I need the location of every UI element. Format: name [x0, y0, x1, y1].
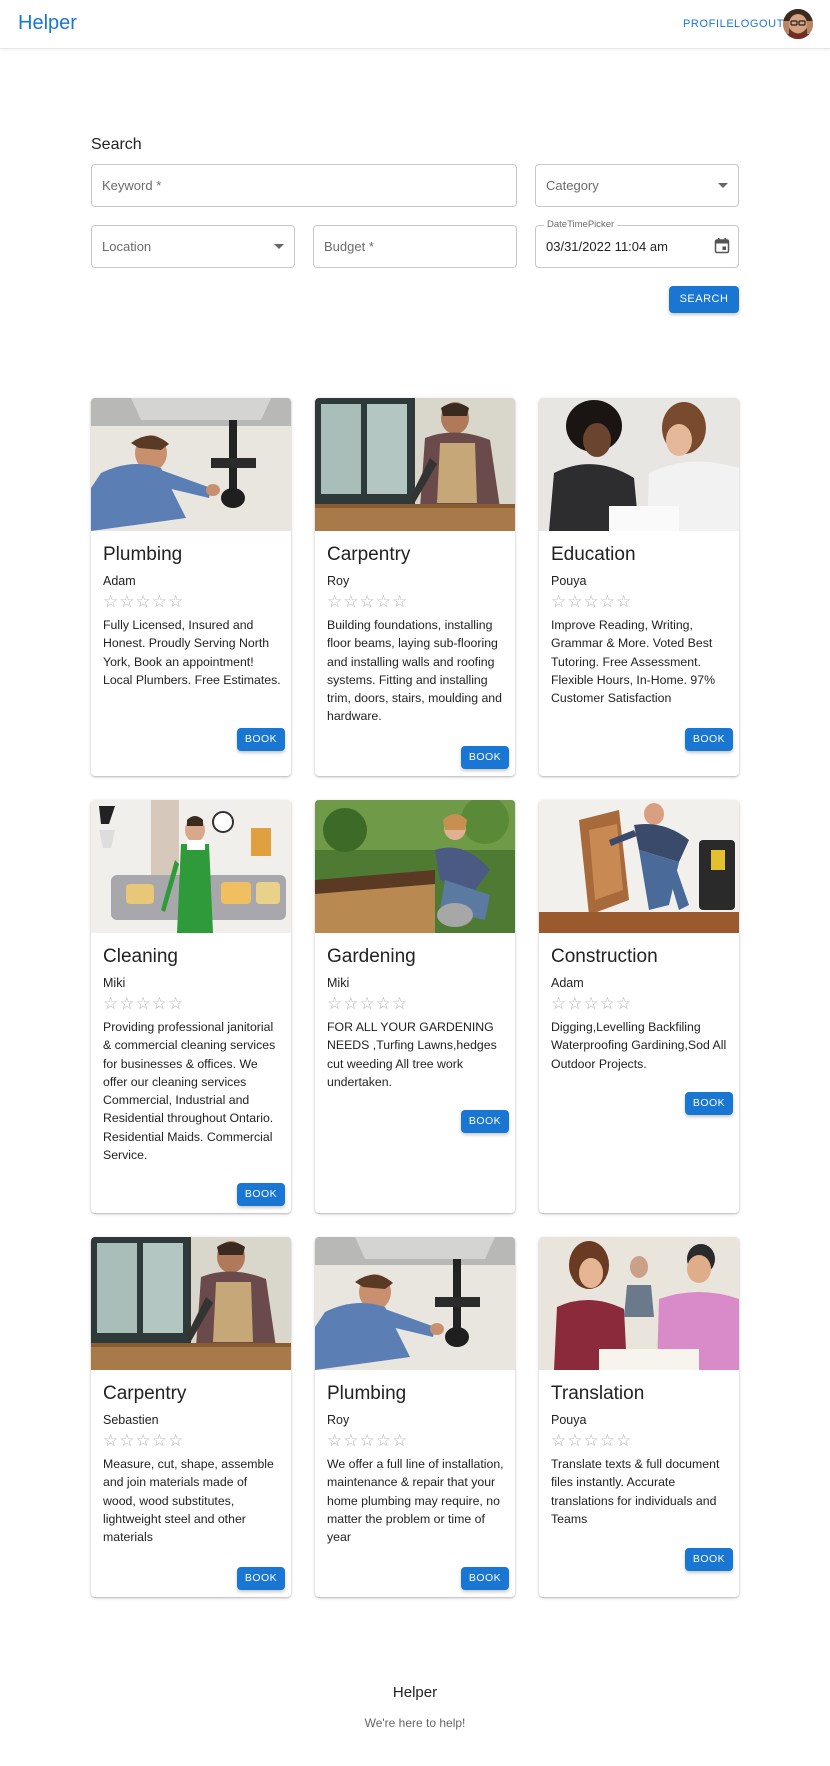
book-button[interactable]: BOOK — [461, 1567, 509, 1590]
brand-title[interactable]: Helper — [18, 12, 77, 35]
location-select[interactable]: Location — [91, 225, 295, 268]
logout-link[interactable]: LOGOUT — [734, 18, 784, 30]
card-provider: Adam — [551, 976, 584, 990]
card-title: Education — [551, 544, 636, 565]
card-provider: Miki — [103, 976, 126, 990]
book-button[interactable]: BOOK — [461, 1110, 509, 1133]
card-title: Gardening — [327, 946, 416, 967]
service-card: Construction Adam ☆☆☆☆☆ Digging,Levellin… — [539, 800, 739, 1213]
star-rating[interactable]: ☆☆☆☆☆ — [551, 1432, 632, 1450]
service-card: Translation Pouya ☆☆☆☆☆ Translate texts … — [539, 1237, 739, 1597]
gardener-photo — [315, 800, 515, 933]
category-placeholder: Category — [546, 178, 599, 193]
card-title: Plumbing — [103, 544, 183, 565]
card-title: Carpentry — [103, 1383, 187, 1404]
book-button[interactable]: BOOK — [685, 728, 733, 751]
card-provider: Sebastien — [103, 1413, 159, 1427]
card-description: Improve Reading, Writing, Grammar & More… — [551, 618, 716, 706]
card-description: Building foundations, installing floor b… — [327, 618, 502, 724]
card-provider: Roy — [327, 574, 350, 588]
card-description: Fully Licensed, Insured and Honest. Prou… — [103, 618, 281, 687]
keyword-field[interactable]: Keyword * — [91, 164, 517, 207]
profile-link[interactable]: PROFILE — [683, 18, 734, 30]
footer-subtitle: We're here to help! — [364, 1716, 466, 1730]
translation-photo — [539, 1237, 739, 1370]
card-provider: Pouya — [551, 574, 587, 588]
construction-photo — [539, 800, 739, 933]
category-select[interactable]: Category — [535, 164, 739, 207]
star-rating[interactable]: ☆☆☆☆☆ — [103, 593, 184, 611]
service-card: Plumbing Roy ☆☆☆☆☆ We offer a full line … — [315, 1237, 515, 1597]
book-button[interactable]: BOOK — [461, 746, 509, 769]
service-card: Cleaning Miki ☆☆☆☆☆ Providing profession… — [91, 800, 291, 1213]
budget-placeholder: Budget * — [324, 239, 374, 254]
card-description: Providing professional janitorial & comm… — [103, 1020, 276, 1163]
star-rating[interactable]: ☆☆☆☆☆ — [551, 995, 632, 1013]
tutoring-photo — [539, 398, 739, 531]
card-title: Construction — [551, 946, 658, 967]
calendar-icon[interactable] — [714, 237, 730, 259]
datetime-picker[interactable]: DateTimePicker 03/31/2022 11:04 am — [535, 219, 739, 268]
book-button[interactable]: BOOK — [237, 1567, 285, 1590]
star-rating[interactable]: ☆☆☆☆☆ — [327, 1432, 408, 1450]
card-title: Cleaning — [103, 946, 178, 967]
card-title: Carpentry — [327, 544, 411, 565]
card-description: We offer a full line of installation, ma… — [327, 1457, 504, 1545]
card-title: Translation — [551, 1383, 645, 1404]
star-rating[interactable]: ☆☆☆☆☆ — [103, 995, 184, 1013]
carpenter-photo — [315, 398, 515, 531]
book-button[interactable]: BOOK — [685, 1548, 733, 1571]
search-heading: Search — [91, 136, 142, 153]
book-button[interactable]: BOOK — [685, 1092, 733, 1115]
app-bar: Helper PROFILE LOGOUT — [0, 0, 830, 49]
book-button[interactable]: BOOK — [237, 1183, 285, 1206]
star-rating[interactable]: ☆☆☆☆☆ — [103, 1432, 184, 1450]
service-card: Education Pouya ☆☆☆☆☆ Improve Reading, W… — [539, 398, 739, 776]
service-card: Carpentry Sebastien ☆☆☆☆☆ Measure, cut, … — [91, 1237, 291, 1597]
card-provider: Miki — [327, 976, 350, 990]
card-description: Translate texts & full document files in… — [551, 1457, 720, 1526]
star-rating[interactable]: ☆☆☆☆☆ — [327, 593, 408, 611]
datetime-value: 03/31/2022 11:04 am — [546, 239, 668, 254]
datetime-label: DateTimePicker — [544, 219, 618, 230]
avatar[interactable] — [783, 9, 813, 39]
service-card: Gardening Miki ☆☆☆☆☆ FOR ALL YOUR GARDEN… — [315, 800, 515, 1213]
service-card: Carpentry Roy ☆☆☆☆☆ Building foundations… — [315, 398, 515, 776]
plumber-photo — [91, 398, 291, 531]
location-placeholder: Location — [102, 239, 152, 254]
carpenter-photo — [91, 1237, 291, 1370]
book-button[interactable]: BOOK — [237, 728, 285, 751]
service-card: Plumbing Adam ☆☆☆☆☆ Fully Licensed, Insu… — [91, 398, 291, 776]
card-description: FOR ALL YOUR GARDENING NEEDS ,Turfing La… — [327, 1020, 497, 1089]
footer-title: Helper — [392, 1684, 438, 1701]
card-title: Plumbing — [327, 1383, 407, 1404]
cleaner-photo — [91, 800, 291, 933]
card-provider: Roy — [327, 1413, 350, 1427]
plumber-photo — [315, 1237, 515, 1370]
chevron-down-icon — [274, 244, 284, 249]
card-provider: Adam — [103, 574, 136, 588]
star-rating[interactable]: ☆☆☆☆☆ — [551, 593, 632, 611]
search-button[interactable]: SEARCH — [669, 286, 739, 313]
keyword-placeholder: Keyword * — [102, 178, 162, 193]
card-description: Measure, cut, shape, assemble and join m… — [103, 1457, 274, 1545]
card-description: Digging,Levelling Backfiling Waterproofi… — [551, 1020, 727, 1071]
card-provider: Pouya — [551, 1413, 587, 1427]
chevron-down-icon — [718, 183, 728, 188]
budget-field[interactable]: Budget * — [313, 225, 517, 268]
star-rating[interactable]: ☆☆☆☆☆ — [327, 995, 408, 1013]
